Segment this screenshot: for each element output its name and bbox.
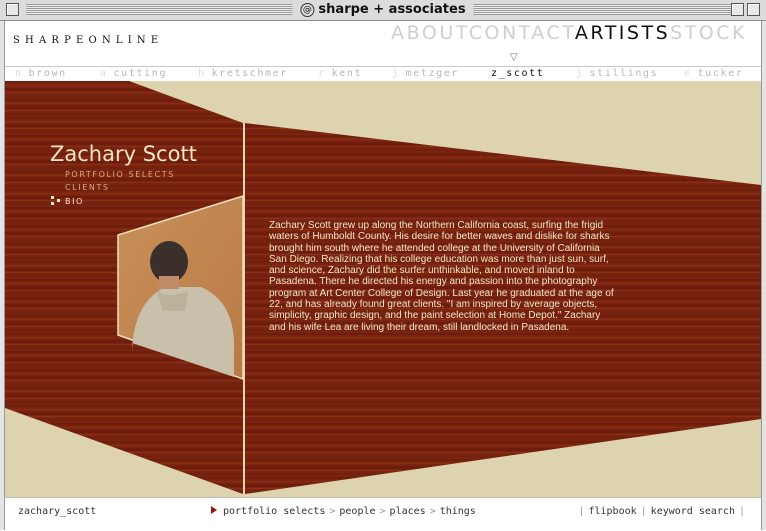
keyword-search-link[interactable]: keyword search <box>651 506 735 517</box>
bullet-dots-icon <box>51 196 60 205</box>
artist-link-z-scott[interactable]: z_scott <box>491 68 544 79</box>
category-things[interactable]: things <box>440 506 476 517</box>
breadcrumb: zachary_scott <box>18 506 97 517</box>
flipbook-link[interactable]: flipbook <box>588 506 636 517</box>
artist-label: cutting <box>113 68 167 79</box>
category-separator: > <box>329 506 336 517</box>
artist-link-metzger[interactable]: j metzger <box>392 68 459 79</box>
close-box-icon[interactable] <box>6 3 19 16</box>
artist-link-kent[interactable]: r kent <box>318 68 362 79</box>
menu-clients[interactable]: CLIENTS <box>65 183 110 192</box>
zoom-box-icon[interactable] <box>731 3 744 16</box>
site-header: SHARPEONLINE ABOUTCONTACTARTISTSSTOCK ▽ <box>5 21 761 66</box>
artist-initial: e <box>684 68 692 79</box>
window-frame-right <box>761 21 766 530</box>
nav-marker-triangle-icon: ▽ <box>510 52 518 63</box>
category-nav: portfolio selects > people > places > things <box>211 506 476 517</box>
category-portfolio-selects[interactable]: portfolio selects <box>223 506 325 517</box>
artist-label: stillings <box>589 68 659 79</box>
nav-stock[interactable]: STOCK <box>670 22 747 44</box>
bio-text: Zachary Scott grew up along the Northern… <box>269 220 614 333</box>
artist-initial: n <box>15 68 23 79</box>
category-separator: > <box>429 506 436 517</box>
artist-name-heading: Zachary Scott <box>50 142 197 166</box>
at-sign-icon: @ <box>300 3 315 17</box>
window-title: @ sharpe + associates <box>292 1 474 19</box>
site-logo[interactable]: SHARPEONLINE <box>13 35 163 46</box>
menu-portfolio-selects[interactable]: PORTFOLIO SELECTS <box>65 170 175 179</box>
tool-separator: | <box>640 506 647 517</box>
menu-bio[interactable]: BIO <box>65 197 84 206</box>
artist-link-tucker[interactable]: e tucker <box>684 68 743 79</box>
artist-link-stillings[interactable]: j stillings <box>576 68 658 79</box>
artist-initial: h <box>198 68 206 79</box>
profile-stage: Zachary Scott PORTFOLIO SELECTS CLIENTS … <box>5 81 761 497</box>
artist-initial: r <box>318 68 326 79</box>
artist-label: metzger <box>405 68 459 79</box>
artist-link-kretschmer[interactable]: h kretschmer <box>198 68 288 79</box>
window-title-text: sharpe + associates <box>318 2 466 17</box>
nav-about[interactable]: ABOUT <box>391 22 469 44</box>
category-people[interactable]: people <box>339 506 375 517</box>
artist-label: kretschmer <box>211 68 288 79</box>
artist-initial: j <box>392 68 400 79</box>
artist-label: z_scott <box>491 68 545 79</box>
site-footer: zachary_scott portfolio selects > people > p… <box>5 497 761 531</box>
artist-label: kent <box>331 68 363 79</box>
artist-link-cutting[interactable]: a cutting <box>100 68 167 79</box>
artist-label: tucker <box>697 68 744 79</box>
tool-separator: | <box>738 506 745 517</box>
category-separator: > <box>379 506 386 517</box>
nav-artists[interactable]: ARTISTS <box>575 22 670 44</box>
window-titlebar[interactable]: @ sharpe + associates <box>0 0 766 21</box>
footer-tools: | flipbook | keyword search | <box>574 506 749 517</box>
artist-initial: j <box>576 68 584 79</box>
tool-separator: | <box>578 506 585 517</box>
artist-label: brown <box>28 68 67 79</box>
artist-initial: a <box>100 68 108 79</box>
collapse-box-icon[interactable] <box>747 3 760 16</box>
artist-bar: n brown a cutting h kretschmer r kent j metzg… <box>5 66 761 82</box>
category-places[interactable]: places <box>390 506 426 517</box>
nav-contact[interactable]: CONTACT <box>469 22 575 44</box>
main-nav: ABOUTCONTACTARTISTSSTOCK <box>391 22 747 44</box>
artist-link-brown[interactable]: n brown <box>15 68 67 79</box>
play-arrow-icon <box>211 506 217 514</box>
